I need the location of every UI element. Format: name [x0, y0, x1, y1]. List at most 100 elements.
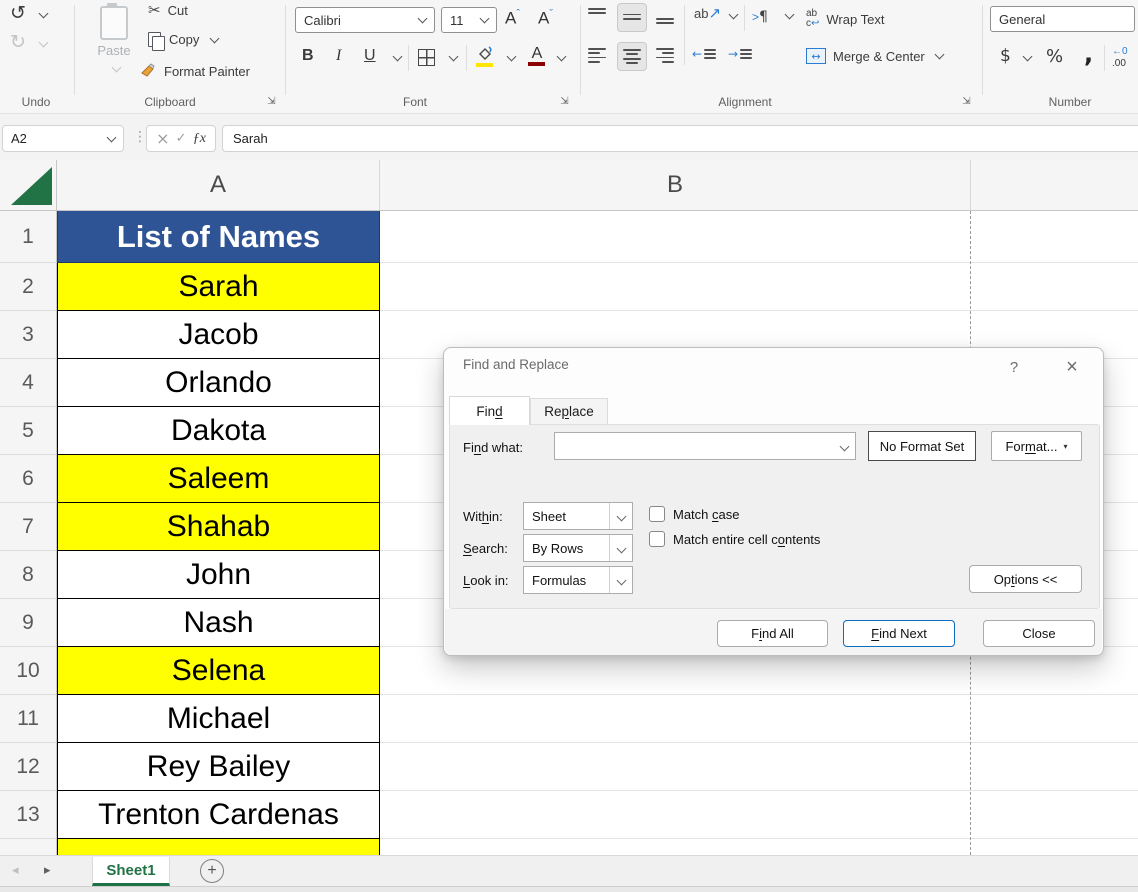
namebox-resize-dots-icon[interactable]: ⋮: [133, 130, 147, 144]
match-entire-checkbox[interactable]: [649, 531, 665, 547]
decrease-indent-button[interactable]: ←: [692, 48, 716, 60]
row-header-3[interactable]: 3: [0, 311, 57, 359]
search-dropdown[interactable]: [609, 535, 632, 561]
clipboard-dialog-launcher[interactable]: ⇲: [265, 95, 278, 108]
row-header-5[interactable]: 5: [0, 407, 57, 455]
align-bottom-button[interactable]: [656, 18, 674, 26]
cell-A5[interactable]: Dakota: [57, 407, 380, 455]
cell-A9[interactable]: Nash: [57, 599, 380, 647]
comma-button[interactable]: ,: [1084, 42, 1093, 66]
cell-A1[interactable]: List of Names: [57, 211, 380, 263]
shrink-font-button[interactable]: Aˇ: [538, 8, 553, 29]
row-header-7[interactable]: 7: [0, 503, 57, 551]
align-top-button[interactable]: [588, 8, 606, 16]
font-name-combobox[interactable]: Calibri: [295, 7, 435, 33]
search-select[interactable]: By Rows: [523, 534, 633, 562]
cell-A12[interactable]: Rey Bailey: [57, 743, 380, 791]
prev-sheet-icon[interactable]: ◂: [12, 864, 19, 877]
underline-dropdown-icon[interactable]: [393, 52, 403, 62]
undo-dropdown-icon[interactable]: [39, 9, 49, 19]
bold-button[interactable]: B: [302, 47, 314, 65]
text-direction-dropdown-icon[interactable]: [785, 10, 795, 20]
dialog-close-button[interactable]: ×: [1059, 355, 1085, 379]
align-middle-button[interactable]: [617, 3, 647, 32]
italic-button[interactable]: I: [336, 47, 341, 65]
align-center-button[interactable]: [617, 42, 647, 71]
close-button[interactable]: Close: [983, 620, 1095, 647]
format-painter-button[interactable]: Format Painter: [140, 63, 250, 79]
column-header-a[interactable]: A: [57, 160, 380, 211]
row-header-10[interactable]: 10: [0, 647, 57, 695]
cell-A4[interactable]: Orlando: [57, 359, 380, 407]
text-direction-button[interactable]: >¶: [752, 8, 768, 24]
align-left-button[interactable]: [588, 48, 606, 63]
row-header-8[interactable]: 8: [0, 551, 57, 599]
borders-icon[interactable]: [418, 49, 435, 66]
dialog-help-button[interactable]: ?: [1001, 355, 1027, 379]
options-button[interactable]: Options <<: [969, 565, 1082, 593]
cell-A13[interactable]: Trenton Cardenas: [57, 791, 380, 839]
find-next-button[interactable]: Find Next: [843, 620, 955, 647]
cancel-icon[interactable]: ×: [156, 131, 169, 147]
currency-button[interactable]: $: [1000, 48, 1011, 65]
find-all-button[interactable]: Find All: [717, 620, 828, 647]
font-color-dropdown-icon[interactable]: [557, 52, 567, 62]
tab-replace[interactable]: Replace: [530, 398, 608, 425]
match-case-checkbox[interactable]: [649, 506, 665, 522]
cell-A8[interactable]: John: [57, 551, 380, 599]
column-header-c-partial[interactable]: [971, 160, 1138, 211]
percent-button[interactable]: %: [1046, 48, 1063, 66]
font-size-combobox[interactable]: 11: [441, 7, 497, 33]
cell-A14-partial[interactable]: [57, 839, 380, 855]
row-header-2[interactable]: 2: [0, 263, 57, 311]
cut-button[interactable]: ✂ Cut: [148, 3, 188, 18]
borders-dropdown-icon[interactable]: [449, 52, 459, 62]
fill-color-button[interactable]: [476, 46, 496, 66]
fill-color-dropdown-icon[interactable]: [507, 52, 517, 62]
font-dialog-launcher[interactable]: ⇲: [558, 95, 571, 108]
find-what-input[interactable]: [554, 432, 856, 460]
tab-find[interactable]: Find: [449, 396, 530, 425]
row-header-4[interactable]: 4: [0, 359, 57, 407]
cell-A11[interactable]: Michael: [57, 695, 380, 743]
row-header-11[interactable]: 11: [0, 695, 57, 743]
number-format-combobox[interactable]: General: [990, 6, 1135, 32]
orientation-button[interactable]: ab↗: [694, 6, 721, 21]
next-sheet-icon[interactable]: ▸: [44, 864, 51, 877]
look-in-select[interactable]: Formulas: [523, 566, 633, 594]
row-header-12[interactable]: 12: [0, 743, 57, 791]
within-select[interactable]: Sheet: [523, 502, 633, 530]
undo-icon[interactable]: ↺: [10, 4, 26, 23]
alignment-dialog-launcher[interactable]: ⇲: [960, 95, 973, 108]
sheet-tab-sheet1[interactable]: Sheet1: [92, 857, 170, 886]
grow-font-button[interactable]: Aˆ: [505, 8, 520, 29]
column-header-b[interactable]: B: [380, 160, 971, 211]
look-in-dropdown[interactable]: [609, 567, 632, 593]
currency-dropdown-icon[interactable]: [1023, 52, 1033, 62]
name-box[interactable]: A2: [2, 125, 124, 152]
underline-button[interactable]: U: [364, 47, 376, 65]
enter-icon[interactable]: ✓: [176, 132, 187, 145]
cell-A3[interactable]: Jacob: [57, 311, 380, 359]
paste-button[interactable]: Paste: [92, 6, 136, 76]
row-header-1[interactable]: 1: [0, 211, 57, 263]
new-sheet-button[interactable]: +: [200, 859, 224, 883]
select-all-corner[interactable]: [0, 160, 57, 211]
merge-center-button[interactable]: ↔ Merge & Center: [806, 48, 943, 64]
font-color-button[interactable]: A: [528, 45, 546, 67]
row-header-13[interactable]: 13: [0, 791, 57, 839]
cell-A6[interactable]: Saleem: [57, 455, 380, 503]
cell-A10[interactable]: Selena: [57, 647, 380, 695]
align-right-button[interactable]: [656, 48, 674, 63]
decrease-decimal-button[interactable]: ←0.00: [1112, 46, 1128, 70]
row-header-6[interactable]: 6: [0, 455, 57, 503]
row-header-9[interactable]: 9: [0, 599, 57, 647]
increase-indent-button[interactable]: →: [728, 48, 752, 60]
format-button[interactable]: Format... ▾: [991, 431, 1082, 461]
row-header-14-partial[interactable]: [0, 839, 57, 855]
copy-button[interactable]: Copy: [148, 32, 218, 47]
cell-A2[interactable]: Sarah: [57, 263, 380, 311]
find-what-dropdown[interactable]: [833, 433, 855, 459]
wrap-text-button[interactable]: abc↩ Wrap Text: [806, 9, 884, 29]
within-dropdown[interactable]: [609, 503, 632, 529]
